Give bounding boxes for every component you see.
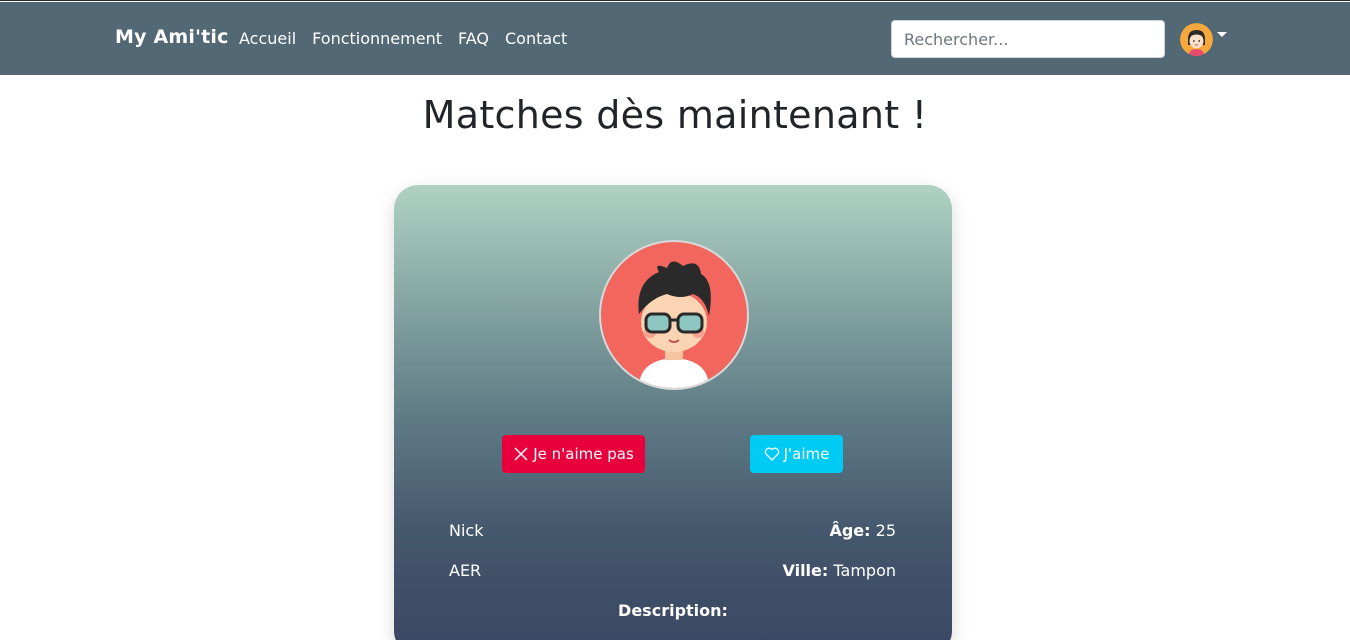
chevron-down-icon [1217, 32, 1227, 37]
description-label: Description: [618, 601, 728, 620]
nav-link-faq[interactable]: FAQ [458, 29, 489, 48]
nav-link-contact[interactable]: Contact [505, 29, 567, 48]
nav-link-fonctionnement[interactable]: Fonctionnement [312, 29, 442, 48]
profile-city: Ville: Tampon [782, 561, 896, 580]
profile-avatar [599, 240, 749, 390]
profile-group: AER [449, 561, 482, 580]
heart-icon [764, 447, 779, 461]
page-title: Matches dès maintenant ! [422, 93, 928, 137]
nav-link-accueil[interactable]: Accueil [239, 29, 296, 48]
city-label: Ville: [782, 561, 829, 580]
city-value: Tampon [833, 561, 896, 580]
navbar: My Ami'tic Accueil Fonctionnement FAQ Co… [0, 2, 1350, 75]
like-label: J'aime [783, 445, 830, 463]
user-avatar-icon [1180, 23, 1213, 56]
dislike-button[interactable]: Je n'aime pas [502, 435, 645, 473]
x-icon [514, 447, 528, 461]
brand-logo[interactable]: My Ami'tic [115, 26, 229, 48]
user-menu-dropdown[interactable] [1180, 23, 1227, 56]
match-card: Je n'aime pas J'aime Nick Âge: 25 AER Vi… [394, 185, 952, 640]
dislike-label: Je n'aime pas [533, 445, 634, 463]
age-value: 25 [875, 521, 896, 540]
age-label: Âge: [829, 521, 871, 540]
search-input[interactable] [891, 20, 1165, 58]
profile-name: Nick [449, 521, 484, 540]
like-button[interactable]: J'aime [750, 435, 843, 473]
profile-age: Âge: 25 [829, 521, 896, 540]
nav-links: Accueil Fonctionnement FAQ Contact [239, 29, 567, 48]
